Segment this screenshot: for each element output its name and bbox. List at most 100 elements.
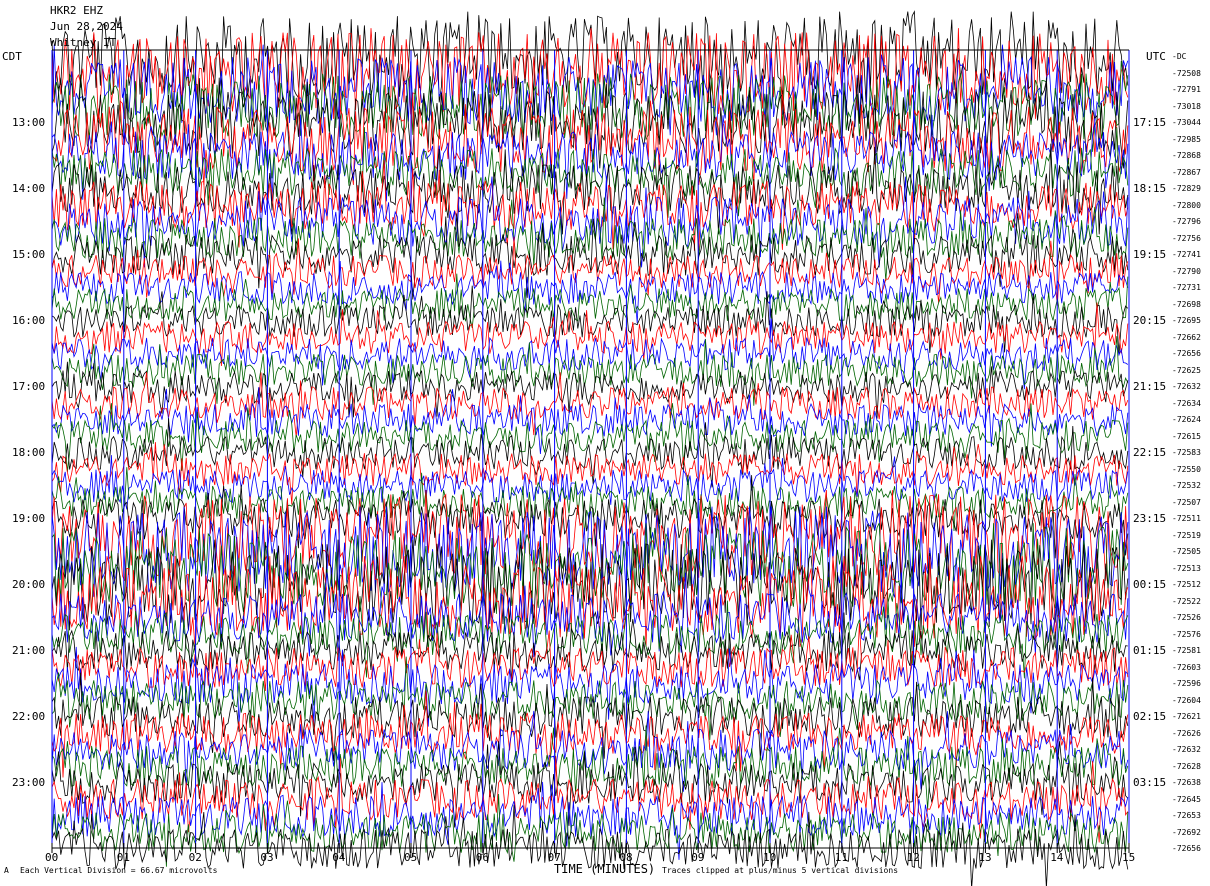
x-tick-label: 15 xyxy=(1122,851,1136,864)
right-hour-label: 21:15 xyxy=(1133,380,1167,393)
row-offset-label: -72756 xyxy=(1172,233,1201,243)
right-hour-label: 19:15 xyxy=(1133,248,1167,261)
clip-note: Traces clipped at plus/minus 5 vertical … xyxy=(662,866,899,875)
left-hour-label: 22:00 xyxy=(12,710,46,723)
row-offset-label: -72550 xyxy=(1172,464,1201,474)
row-offset-label: -72526 xyxy=(1172,613,1201,622)
left-hour-label: 23:00 xyxy=(12,776,46,789)
row-offset-label: -72656 xyxy=(1172,349,1201,358)
left-timezone-label: CDT xyxy=(2,50,22,63)
row-offset-label: -72596 xyxy=(1172,679,1201,688)
row-offset-label: -72576 xyxy=(1172,629,1201,639)
x-tick-label: 13 xyxy=(978,851,992,864)
row-offset-label: -72741 xyxy=(1172,250,1201,259)
x-tick-label: 05 xyxy=(404,851,418,864)
row-offset-label: -72507 xyxy=(1172,497,1201,507)
row-offset-label: -72513 xyxy=(1172,563,1201,573)
x-tick-label: 11 xyxy=(834,851,849,864)
date-label: Jun 28,2024 xyxy=(50,20,123,33)
x-tick-label: 03 xyxy=(260,851,274,864)
row-offset-label: -72615 xyxy=(1172,431,1201,441)
x-tick-label: 14 xyxy=(1050,851,1064,864)
row-offset-label: -72800 xyxy=(1172,200,1201,210)
right-hour-label: 20:15 xyxy=(1133,314,1167,327)
row-offset-label: -72508 xyxy=(1172,68,1201,78)
row-offset-label: -72698 xyxy=(1172,299,1201,309)
row-offset-label: -72790 xyxy=(1172,266,1201,276)
row-offset-label: -72621 xyxy=(1172,712,1201,721)
x-axis-title: TIME (MINUTES) xyxy=(554,862,656,876)
row-offset-label: -72532 xyxy=(1172,481,1201,490)
scale-note: Each Vertical Division = 66.67 microvolt… xyxy=(20,866,218,875)
trace-row xyxy=(51,372,1129,437)
x-tick-label: 04 xyxy=(332,851,346,864)
row-offset-label: -72624 xyxy=(1172,415,1201,424)
x-tick-label: 01 xyxy=(116,851,131,864)
row-offset-label: -DC xyxy=(1172,52,1187,61)
left-hour-label: 14:00 xyxy=(12,182,46,195)
row-offset-label: -72505 xyxy=(1172,547,1201,556)
right-hour-label: 22:15 xyxy=(1133,446,1167,459)
trace-row xyxy=(51,455,1129,510)
right-timezone-label: UTC xyxy=(1146,50,1166,63)
left-hour-label: 21:00 xyxy=(12,644,46,657)
left-hour-label: 15:00 xyxy=(12,248,46,261)
right-hour-label: 17:15 xyxy=(1133,116,1167,129)
row-offset-label: -72628 xyxy=(1172,761,1201,771)
row-offset-label: -72603 xyxy=(1172,662,1201,672)
x-tick-label: 00 xyxy=(45,851,59,864)
row-offset-label: -72867 xyxy=(1172,167,1201,177)
location-label: Whitney IT xyxy=(50,36,117,49)
row-offset-label: -72604 xyxy=(1172,695,1201,705)
row-offset-label: -72632 xyxy=(1172,745,1201,754)
left-hour-label: 18:00 xyxy=(12,446,46,459)
row-offset-label: -72512 xyxy=(1172,580,1201,589)
row-offset-label: -72662 xyxy=(1172,332,1201,342)
station-channel-label: HKR2 EHZ xyxy=(50,4,103,17)
x-tick-label: 09 xyxy=(691,851,705,864)
row-offset-label: -72829 xyxy=(1172,184,1201,193)
row-offset-label: -72731 xyxy=(1172,283,1201,292)
row-offset-label: -72626 xyxy=(1172,728,1201,738)
corner-mark: A xyxy=(4,866,9,875)
x-tick-label: 02 xyxy=(188,851,202,864)
row-offset-label: -72656 xyxy=(1172,844,1201,853)
row-offset-label: -72634 xyxy=(1172,398,1201,408)
row-offset-label: -72653 xyxy=(1172,811,1201,820)
left-hour-label: 17:00 xyxy=(12,380,46,393)
row-offset-label: -72638 xyxy=(1172,778,1201,787)
right-hour-label: 00:15 xyxy=(1133,578,1167,591)
row-offset-label: -72868 xyxy=(1172,151,1201,160)
seismic-traces xyxy=(51,10,1129,886)
row-offset-label: -72583 xyxy=(1172,448,1201,457)
row-offset-label: -73044 xyxy=(1172,118,1201,127)
row-offset-label: -72695 xyxy=(1172,316,1201,325)
row-offset-label: -72625 xyxy=(1172,365,1201,375)
right-hour-label: 23:15 xyxy=(1133,512,1167,525)
right-hour-label: 18:15 xyxy=(1133,182,1167,195)
left-hour-label: 19:00 xyxy=(12,512,46,525)
right-hour-label: 03:15 xyxy=(1133,776,1167,789)
row-offset-label: -72519 xyxy=(1172,530,1201,540)
row-offset-label: -72791 xyxy=(1172,85,1201,94)
x-tick-label: 12 xyxy=(906,851,920,864)
helicorder-plot xyxy=(51,10,1130,886)
trace-row xyxy=(51,176,1129,268)
left-hour-label: 16:00 xyxy=(12,314,46,327)
row-offset-label: -72632 xyxy=(1172,382,1201,391)
row-offset-label: -72796 xyxy=(1172,217,1201,226)
row-offset-label: -72581 xyxy=(1172,646,1201,655)
row-offset-label: -72692 xyxy=(1172,827,1201,837)
row-offset-label: -72522 xyxy=(1172,596,1201,606)
row-offset-label: -72511 xyxy=(1172,514,1201,523)
row-offset-label: -73018 xyxy=(1172,101,1201,111)
left-hour-label: 13:00 xyxy=(12,116,46,129)
x-tick-label: 06 xyxy=(475,851,490,864)
row-offset-label: -72985 xyxy=(1172,134,1201,144)
right-hour-label: 01:15 xyxy=(1133,644,1167,657)
right-hour-label: 02:15 xyxy=(1133,710,1167,723)
left-hour-label: 20:00 xyxy=(12,578,46,591)
row-offset-label: -72645 xyxy=(1172,794,1201,804)
trace-row xyxy=(51,793,1129,867)
x-tick-label: 10 xyxy=(763,851,777,864)
